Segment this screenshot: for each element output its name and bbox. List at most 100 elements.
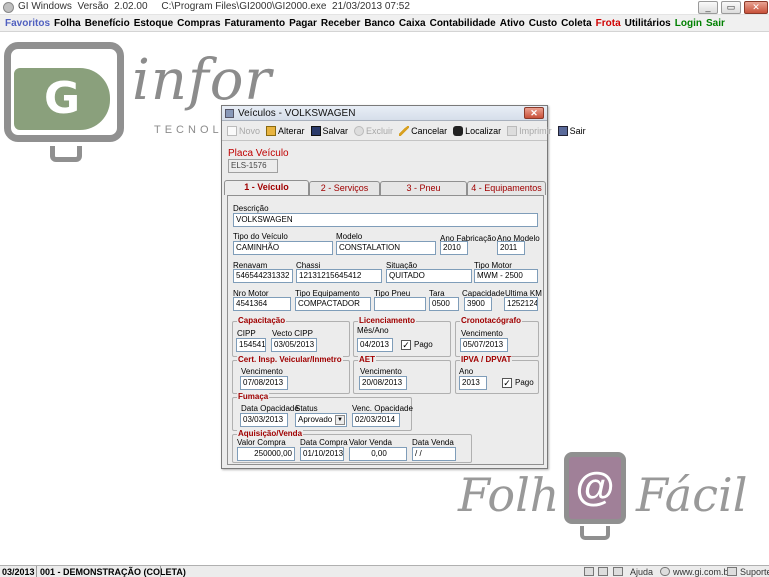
ipva-title: IPVA / DPVAT [460, 355, 513, 364]
cipp-field[interactable]: 154541 [236, 338, 266, 352]
renavam-field[interactable]: 546544231332 [233, 269, 293, 283]
menu-ativo[interactable]: Ativo [500, 18, 525, 29]
menu-sair[interactable]: Sair [706, 18, 725, 29]
menu-favoritos[interactable]: Favoritos [5, 18, 50, 29]
licenciamento-title: Licenciamento [358, 316, 417, 325]
menu-login[interactable]: Login [675, 18, 702, 29]
chevron-down-icon[interactable]: ▼ [335, 415, 345, 425]
modelo-field[interactable]: CONSTALATION [336, 241, 436, 255]
status-bar: 03/2013 001 - DEMONSTRAÇÃO (COLETA) Ajud… [0, 565, 769, 577]
cert-vencimento-label: Vencimento [241, 367, 283, 376]
aet-vencimento-field[interactable]: 20/08/2013 [359, 376, 407, 390]
ipva-ano-field[interactable]: 2013 [459, 376, 487, 390]
capacidade-field[interactable]: 3900 [464, 297, 492, 311]
menu-estoque[interactable]: Estoque [134, 18, 173, 29]
suporte-link[interactable]: Suporte [740, 567, 769, 577]
app-title: GI Windows Versão 2.02.00 C:\Program Fil… [18, 1, 410, 12]
menu-custo[interactable]: Custo [529, 18, 557, 29]
crono-vencimento-field[interactable]: 05/07/2013 [460, 338, 508, 352]
ipva-pago-checkbox[interactable]: ✓ [502, 378, 512, 388]
menu-caixa[interactable]: Caixa [399, 18, 426, 29]
data-compra-label: Data Compra [300, 438, 348, 447]
dialog-close-button[interactable]: ✕ [524, 107, 544, 119]
valor-compra-field[interactable]: 250000,00 [237, 447, 295, 461]
menu-beneficio[interactable]: Benefício [85, 18, 130, 29]
app-icon [3, 2, 14, 13]
vecto-cipp-label: Vecto CIPP [272, 329, 313, 338]
fumaca-title: Fumaça [237, 392, 270, 401]
venc-opacidade-field[interactable]: 02/03/2014 [352, 413, 400, 427]
ipva-ano-label: Ano [459, 367, 474, 376]
licenciamento-pago-checkbox[interactable]: ✓ [401, 340, 411, 350]
tipo-pneu-field[interactable] [374, 297, 426, 311]
imprimir-button[interactable]: Imprimir [505, 123, 554, 139]
menu-contabilidade[interactable]: Contabilidade [430, 18, 496, 29]
cancelar-label: Cancelar [411, 126, 448, 136]
keyboard-icon[interactable] [598, 567, 608, 576]
site-link[interactable]: www.gi.com.br [673, 567, 732, 577]
tab-servicos[interactable]: 2 - Serviços [309, 181, 380, 195]
close-button[interactable]: ✕ [744, 1, 768, 14]
ajuda-link[interactable]: Ajuda [630, 567, 653, 577]
situacao-field[interactable]: QUITADO [386, 269, 472, 283]
tab-pneu[interactable]: 3 - Pneu [380, 181, 467, 195]
tab-veiculo[interactable]: 1 - Veículo [224, 180, 309, 195]
dialog-icon [225, 109, 234, 118]
menu-frota[interactable]: Frota [596, 18, 621, 29]
ano-modelo-field[interactable]: 2011 [497, 241, 525, 255]
fumaca-status-select[interactable]: Aprovado ▼ [295, 413, 347, 427]
tab-equipamentos[interactable]: 4 - Equipamentos [467, 181, 546, 195]
data-opacidade-field[interactable]: 03/03/2013 [240, 413, 288, 427]
cipp-label: CIPP [237, 329, 256, 338]
calculator-icon[interactable] [613, 567, 623, 576]
menu-coleta[interactable]: Coleta [561, 18, 592, 29]
alterar-button[interactable]: Alterar [264, 123, 307, 139]
mes-ano-label: Mês/Ano [357, 326, 389, 335]
tipo-motor-field[interactable]: MWM - 2500 [474, 269, 538, 283]
localizar-button[interactable]: Localizar [451, 123, 503, 139]
ano-fabricacao-field[interactable]: 2010 [440, 241, 468, 255]
salvar-button[interactable]: Salvar [309, 123, 351, 139]
ultima-km-field[interactable]: 1252124 [504, 297, 538, 311]
capacitacao-title: Capacitação [237, 316, 287, 325]
modelo-label: Modelo [336, 232, 363, 241]
tara-field[interactable]: 0500 [429, 297, 459, 311]
nro-motor-field[interactable]: 4541364 [233, 297, 291, 311]
aquisicao-group: Aquisição/Venda Valor Compra 250000,00 D… [232, 429, 472, 463]
descricao-field[interactable]: VOLKSWAGEN [233, 213, 538, 227]
tipo-equipamento-field[interactable]: COMPACTADOR [295, 297, 371, 311]
chassi-field[interactable]: 12131215645412 [296, 269, 382, 283]
minimize-button[interactable]: _ [698, 1, 718, 14]
restore-button[interactable]: ▭ [721, 1, 741, 14]
mes-ano-field[interactable]: 04/2013 [357, 338, 393, 352]
novo-button[interactable]: Novo [225, 123, 262, 139]
ipva-pago-label: Pago [515, 378, 534, 387]
status-divider [160, 566, 161, 577]
menu-compras[interactable]: Compras [177, 18, 220, 29]
placa-field[interactable]: ELS-1576 [228, 159, 278, 173]
fumaca-group: Fumaça Data Opacidade 03/03/2013 Status … [232, 392, 413, 431]
new-document-icon [227, 126, 237, 136]
sair-button[interactable]: Sair [556, 123, 588, 139]
globe-icon [660, 567, 670, 576]
cert-vencimento-field[interactable]: 07/08/2013 [240, 376, 288, 390]
folha-text: Folh [458, 468, 560, 522]
valor-venda-field[interactable]: 0,00 [349, 447, 407, 461]
tipo-veiculo-field[interactable]: CAMINHÃO [233, 241, 333, 255]
imprimir-label: Imprimir [519, 126, 552, 136]
menu-faturamento[interactable]: Faturamento [225, 18, 286, 29]
data-venda-field[interactable]: / / [412, 447, 456, 461]
binoculars-icon [453, 126, 464, 136]
menu-banco[interactable]: Banco [364, 18, 395, 29]
menu-pagar[interactable]: Pagar [289, 18, 317, 29]
cancelar-button[interactable]: Cancelar [397, 123, 449, 139]
calendar-icon[interactable] [584, 567, 594, 576]
exit-door-icon [557, 126, 568, 136]
menu-folha[interactable]: Folha [54, 18, 81, 29]
excluir-button[interactable]: Excluir [352, 123, 395, 139]
vecto-cipp-field[interactable]: 03/05/2013 [271, 338, 317, 352]
data-compra-field[interactable]: 01/10/2013 [300, 447, 344, 461]
menu-receber[interactable]: Receber [321, 18, 360, 29]
pencil-icon [399, 126, 410, 136]
menu-utilitarios[interactable]: Utilitários [625, 18, 671, 29]
